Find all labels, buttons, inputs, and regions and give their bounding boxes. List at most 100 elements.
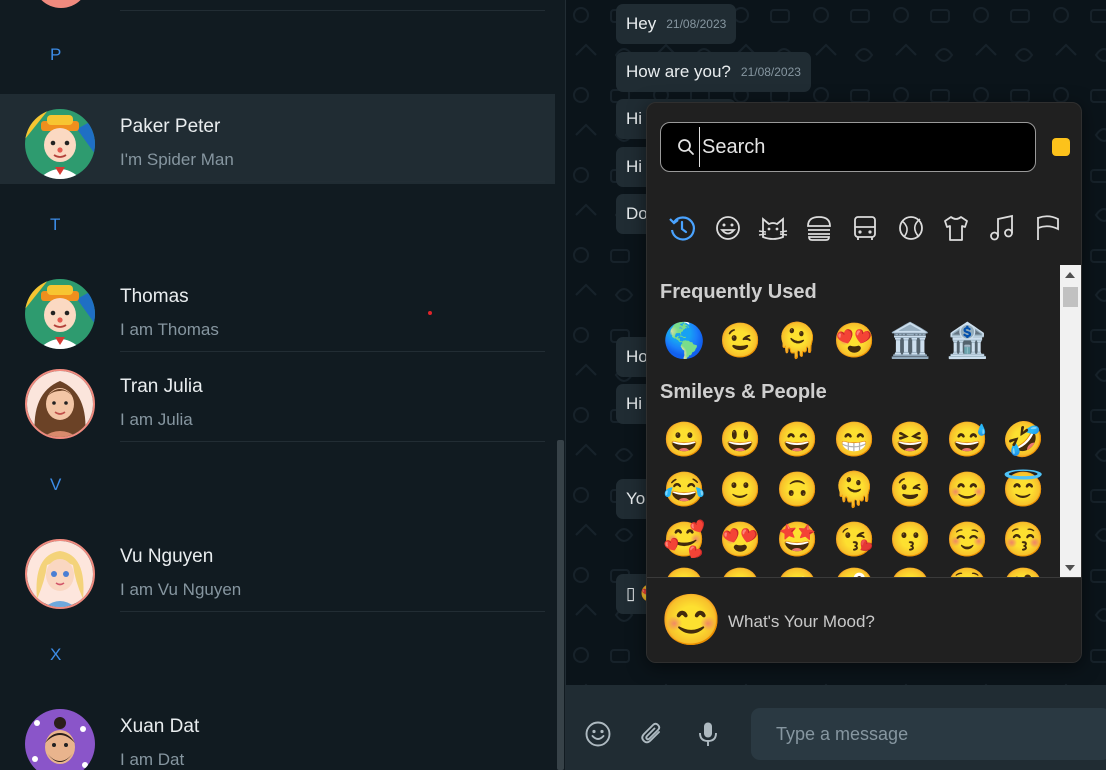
avatar: [25, 539, 95, 609]
section-title-smileys: Smileys & People: [660, 381, 827, 403]
contact-name: Vu Nguyen: [120, 546, 214, 567]
emoji-item[interactable]: 😉: [719, 320, 761, 362]
emoji-item[interactable]: 😁: [833, 419, 875, 461]
voice-button[interactable]: [692, 718, 724, 750]
contact-name: Tran Julia: [120, 376, 203, 397]
mood-emoji: 😊: [660, 592, 723, 648]
emoji-item[interactable]: 🙃: [776, 469, 818, 511]
scrollbar-thumb[interactable]: [557, 440, 564, 770]
contact-item-xuan-dat[interactable]: Xuan Dat I am Dat: [0, 694, 555, 770]
emoji-picker: Frequently Used 🌎 😉 🫠 😍 🏛️ 🏦 Smileys & P…: [646, 102, 1082, 663]
emoji-item[interactable]: 🤑: [946, 565, 988, 577]
activity-icon: [899, 216, 923, 240]
scroll-down-arrow-icon[interactable]: [1065, 565, 1075, 571]
contact-item-tran-julia[interactable]: Tran Julia I am Julia: [0, 354, 555, 444]
scroll-up-arrow-icon[interactable]: [1065, 272, 1075, 278]
emoji-item[interactable]: 😇: [1002, 469, 1044, 511]
emoji-item[interactable]: 🏦: [946, 320, 988, 362]
category-recent[interactable]: [662, 208, 702, 248]
emoji-icon: [585, 721, 611, 747]
emoji-item[interactable]: 😘: [833, 519, 875, 561]
contact-item-thomas[interactable]: Thomas I am Thomas: [0, 264, 555, 354]
attach-button[interactable]: [636, 718, 668, 750]
emoji-item[interactable]: 😅: [946, 419, 988, 461]
avatar: [25, 709, 95, 770]
travel-icon: [854, 216, 876, 240]
contact-item-vu-nguyen[interactable]: Vu Nguyen I am Vu Nguyen: [0, 524, 555, 614]
emoji-item[interactable]: 🫠: [833, 469, 875, 511]
recent-icon: [669, 216, 695, 241]
contact-name: Paker Peter: [120, 116, 221, 137]
divider: [120, 181, 545, 182]
emoji-item[interactable]: 😄: [776, 419, 818, 461]
divider: [120, 611, 545, 612]
objects-icon: [944, 216, 968, 241]
animal-icon: [758, 217, 788, 240]
contact-name: Xuan Dat: [120, 716, 200, 737]
contact-item-paker-peter[interactable]: Paker Peter I'm Spider Man: [0, 94, 555, 184]
message-bubble[interactable]: Hey 21/08/2023: [616, 4, 737, 44]
emoji-item[interactable]: 🤪: [833, 565, 875, 577]
emoji-item[interactable]: 😍: [719, 519, 761, 561]
emoji-item[interactable]: 😀: [663, 419, 705, 461]
emoji-item[interactable]: 🤣: [1002, 419, 1044, 461]
emoji-item[interactable]: 😛: [719, 565, 761, 577]
emoji-item[interactable]: 🫠: [776, 320, 818, 362]
message-bubble[interactable]: How are you? 21/08/2023: [616, 52, 811, 92]
emoji-item[interactable]: 🥰: [663, 519, 705, 561]
contact-name: Thomas: [120, 286, 189, 307]
emoji-item[interactable]: 😃: [719, 419, 761, 461]
divider: [120, 351, 545, 352]
category-travel[interactable]: [845, 208, 885, 248]
emoji-item[interactable]: 😊: [946, 469, 988, 511]
avatar: [25, 109, 95, 179]
section-letter-p: P: [50, 45, 62, 64]
emoji-button[interactable]: [582, 718, 614, 750]
category-flags[interactable]: [1028, 208, 1068, 248]
message-text: Hi: [626, 394, 643, 413]
message-input[interactable]: [751, 708, 1106, 760]
emoji-scrollbar[interactable]: [1060, 265, 1081, 577]
emoji-item[interactable]: 😋: [663, 565, 705, 577]
divider: [120, 441, 545, 442]
emoji-item[interactable]: 😉: [889, 469, 931, 511]
emoji-item[interactable]: 🤩: [776, 519, 818, 561]
emoji-item[interactable]: 😗: [889, 519, 931, 561]
emoji-item[interactable]: 🌎: [663, 320, 705, 362]
emoji-item[interactable]: 😚: [1002, 519, 1044, 561]
category-food[interactable]: [799, 208, 839, 248]
emoji-item[interactable]: 🙂: [719, 469, 761, 511]
emoji-item[interactable]: 😍: [833, 320, 875, 362]
category-objects[interactable]: [936, 208, 976, 248]
mic-icon: [699, 722, 717, 746]
message-time: 21/08/2023: [666, 17, 727, 31]
message-text: Hi: [626, 157, 643, 176]
emoji-list: Frequently Used 🌎 😉 🫠 😍 🏛️ 🏦 Smileys & P…: [647, 265, 1059, 577]
category-animals[interactable]: [753, 208, 793, 248]
avatar: [25, 369, 95, 439]
category-activities[interactable]: [891, 208, 931, 248]
emoji-item[interactable]: 😝: [889, 565, 931, 577]
mood-text: What's Your Mood?: [728, 612, 875, 631]
category-smileys[interactable]: [708, 208, 748, 248]
emoji-item[interactable]: 😂: [663, 469, 705, 511]
avatar[interactable]: [33, 0, 89, 8]
symbols-icon: [990, 214, 1013, 241]
food-icon: [807, 216, 831, 241]
emoji-item[interactable]: 😆: [889, 419, 931, 461]
emoji-preview-bar: 😊 What's Your Mood?: [647, 577, 1081, 662]
contact-status: I'm Spider Man: [120, 150, 234, 169]
scrollbar-thumb[interactable]: [1063, 287, 1078, 307]
emoji-item[interactable]: 🤗: [1002, 565, 1044, 577]
emoji-search-input[interactable]: [699, 127, 1035, 167]
category-symbols[interactable]: [982, 208, 1022, 248]
message-text: How are you?: [626, 62, 731, 81]
contacts-scrollbar[interactable]: [555, 0, 566, 770]
skin-tone-picker[interactable]: [1052, 138, 1070, 156]
section-letter-t: T: [50, 215, 61, 234]
emoji-search-box: [660, 122, 1036, 172]
emoji-item[interactable]: ☺️: [946, 519, 988, 561]
emoji-item[interactable]: 🏛️: [889, 320, 931, 362]
emoji-item[interactable]: 😜: [776, 565, 818, 577]
unread-dot: [428, 311, 432, 315]
